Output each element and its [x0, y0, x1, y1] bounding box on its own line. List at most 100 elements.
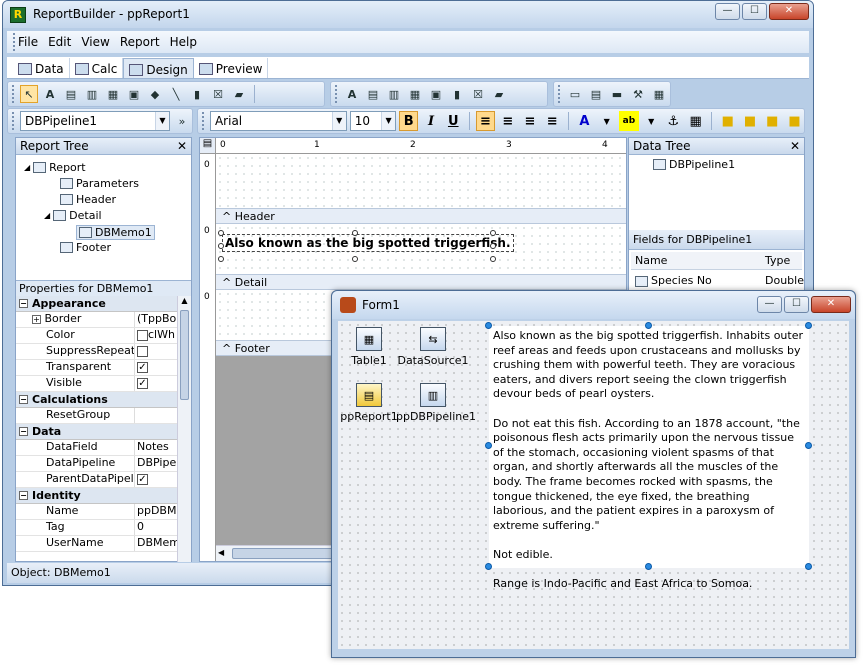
prop-row[interactable]: ResetGroup	[16, 408, 178, 424]
prop-row[interactable]: Visible ✓	[16, 376, 178, 392]
tree-node-report[interactable]: ◢ Report	[24, 161, 86, 174]
bold-button[interactable]: B	[399, 111, 419, 131]
scroll-left-icon[interactable]: ◀	[218, 548, 224, 557]
selection-handle[interactable]	[485, 442, 492, 449]
detail-band-bar[interactable]: ^ Detail	[216, 274, 626, 290]
tab-design[interactable]: Design	[123, 58, 194, 78]
hammer-icon[interactable]: ⚒	[629, 85, 647, 103]
align-right-icon[interactable]: ≡	[520, 111, 539, 131]
component-ppdbpipeline1[interactable]: ▥ ppDBPipeline1	[396, 383, 476, 423]
prop-row[interactable]: + Border (TppBor	[16, 312, 178, 328]
checkbox[interactable]: ✓	[137, 361, 148, 373]
toolbar-grip-2[interactable]	[335, 85, 338, 103]
title-bar[interactable]: R ReportBuilder - ppReport1 — ☐ ✕	[3, 1, 813, 28]
tree-node-dbmemo1[interactable]: DBMemo1	[76, 225, 155, 240]
prop-row[interactable]: DataField Notes	[16, 440, 178, 456]
send-to-back-icon[interactable]: ■	[740, 111, 759, 131]
line-icon[interactable]: ╲	[167, 85, 185, 103]
select-arrow-icon[interactable]: ↖	[20, 85, 38, 103]
selection-handle[interactable]	[805, 563, 812, 570]
category-appearance[interactable]: − Appearance	[16, 296, 178, 312]
prop-row[interactable]: ParentDataPipeline✓	[16, 472, 178, 488]
barcode-icon[interactable]: ▮	[188, 85, 206, 103]
category-data[interactable]: − Data	[16, 424, 178, 440]
tree-node-header[interactable]: Header	[60, 193, 116, 206]
scroll-thumb[interactable]	[180, 310, 189, 400]
italic-button[interactable]: I	[421, 111, 440, 131]
toolbar-grip-3[interactable]	[558, 85, 561, 103]
region-icon[interactable]: ▭	[566, 85, 584, 103]
resize-handle[interactable]	[490, 243, 496, 249]
col-type[interactable]: Type	[765, 252, 790, 270]
checkbox[interactable]	[137, 345, 148, 357]
menu-grip[interactable]	[13, 33, 16, 51]
resize-handle[interactable]	[490, 256, 496, 262]
prop-row[interactable]: Color clWh	[16, 328, 178, 344]
checkbox-icon[interactable]: ☒	[209, 85, 227, 103]
menu-report[interactable]: Report	[120, 35, 160, 49]
highlight-color-icon[interactable]: ab	[619, 111, 639, 131]
dbtext-icon[interactable]: A	[343, 85, 361, 103]
resize-handle[interactable]	[352, 230, 358, 236]
prop-row[interactable]: SuppressRepeated	[16, 344, 178, 360]
image-icon[interactable]: ▣	[125, 85, 143, 103]
bring-to-front-icon[interactable]: ■	[718, 111, 737, 131]
resize-handle[interactable]	[218, 230, 224, 236]
checkbox[interactable]: ✓	[137, 473, 148, 485]
component-table1[interactable]: ▦ Table1	[332, 327, 406, 367]
font-name-select[interactable]: Arial ▼	[209, 111, 347, 131]
prop-row[interactable]: DataPipeline DBPipeli	[16, 456, 178, 472]
toolbar-grip-5[interactable]	[202, 112, 205, 130]
minimize-button[interactable]: —	[715, 3, 740, 20]
richtext-icon[interactable]: ▥	[83, 85, 101, 103]
resize-handle[interactable]	[218, 256, 224, 262]
maximize-button[interactable]: ☐	[742, 3, 767, 20]
pipeline-select[interactable]: DBPipeline1 ▼	[20, 111, 170, 131]
checkbox[interactable]: ✓	[137, 377, 148, 389]
tab-preview[interactable]: Preview	[194, 58, 269, 78]
form-maximize-button[interactable]: ☐	[784, 296, 809, 313]
border-icon[interactable]: ▦	[686, 111, 705, 131]
selection-handle[interactable]	[805, 442, 812, 449]
resize-handle[interactable]	[218, 243, 224, 249]
tab-calc[interactable]: Calc	[70, 58, 124, 78]
dbmemo1-component[interactable]: Also known as the big spotted triggerfis…	[222, 234, 514, 252]
subreport-icon[interactable]: ▤	[587, 85, 605, 103]
header-band-area[interactable]	[216, 154, 626, 208]
tree-node-detail[interactable]: ◢ Detail	[44, 209, 102, 222]
dbbarcode-icon[interactable]: ▮	[448, 85, 466, 103]
label-icon[interactable]: A	[41, 85, 59, 103]
align-left-icon[interactable]: ≡	[475, 111, 496, 131]
dbmemo-icon[interactable]: ▤	[364, 85, 382, 103]
form-close-button[interactable]: ✕	[811, 296, 851, 313]
align-center-icon[interactable]: ≡	[498, 111, 517, 131]
prop-row[interactable]: Tag 0	[16, 520, 178, 536]
form1-title-bar[interactable]: Form1 — ☐ ✕	[332, 291, 855, 319]
font-color-icon[interactable]: A	[575, 111, 594, 131]
calc-icon[interactable]: ▦	[104, 85, 122, 103]
font-size-select[interactable]: 10 ▼	[349, 111, 397, 131]
tree-node-footer[interactable]: Footer	[60, 241, 111, 254]
chevron-down-icon[interactable]: ▼	[642, 111, 661, 131]
memo-control[interactable]: Also known as the big spotted triggerfis…	[489, 326, 809, 590]
grid-toggle-icon[interactable]: ▤	[200, 138, 216, 154]
category-identity[interactable]: − Identity	[16, 488, 178, 504]
menu-file[interactable]: File	[18, 35, 38, 49]
col-name[interactable]: Name	[635, 252, 667, 270]
page-break-icon[interactable]: ▬	[608, 85, 626, 103]
crosstab-icon[interactable]: ▦	[650, 85, 668, 103]
dbcheckbox-icon[interactable]: ☒	[469, 85, 487, 103]
component-ppreport1[interactable]: ▤ ppReport1	[332, 383, 406, 423]
menu-edit[interactable]: Edit	[48, 35, 71, 49]
align-justify-icon[interactable]: ≡	[543, 111, 562, 131]
tree-node-dbpipeline1[interactable]: DBPipeline1	[653, 158, 735, 171]
close-button[interactable]: ✕	[769, 3, 809, 20]
close-icon[interactable]: ✕	[790, 138, 800, 154]
dbimage-icon[interactable]: ▣	[427, 85, 445, 103]
prop-row[interactable]: UserNameDBMemo	[16, 536, 178, 552]
tree-node-parameters[interactable]: Parameters	[60, 177, 139, 190]
underline-button[interactable]: U	[444, 111, 463, 131]
resize-handle[interactable]	[352, 256, 358, 262]
dbrichtext-icon[interactable]: ▥	[385, 85, 403, 103]
align-objects-icon[interactable]: ■	[763, 111, 782, 131]
